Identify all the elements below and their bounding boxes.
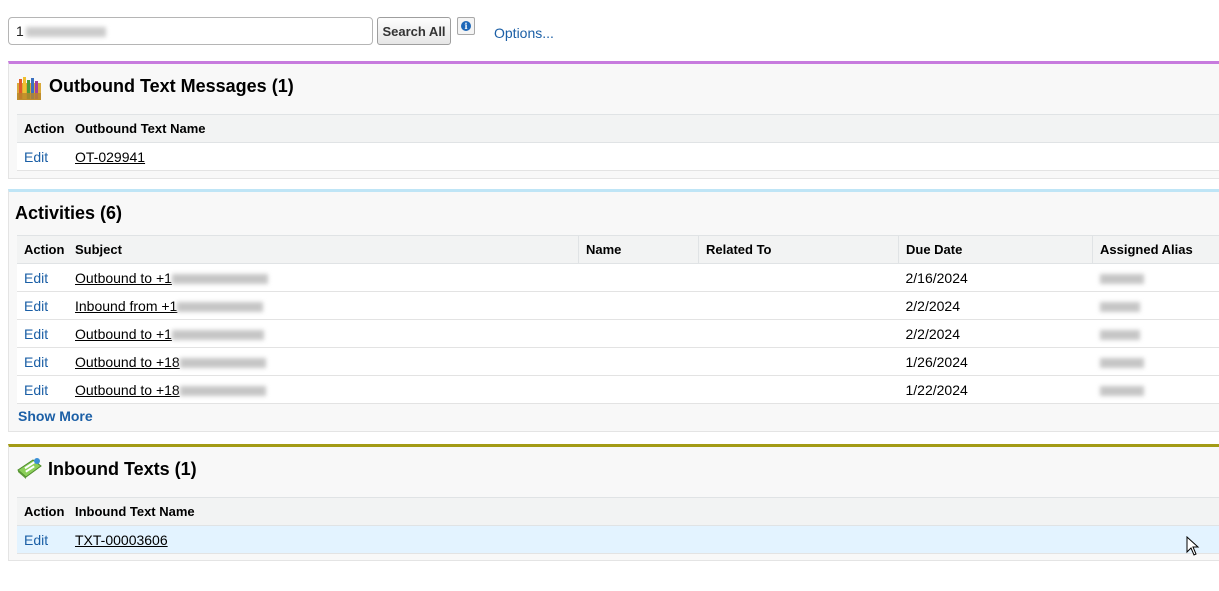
subject-link[interactable]: Outbound to +18 <box>75 382 266 398</box>
record-link[interactable]: OT-029941 <box>75 149 145 165</box>
search-value: 1 <box>16 23 24 39</box>
column-header: Action <box>17 235 68 264</box>
column-header: Outbound Text Name <box>68 114 1219 143</box>
outbound-text-messages-panel: Outbound Text Messages (1) Action Outbou… <box>8 61 1219 179</box>
mouse-cursor-icon <box>1186 536 1200 556</box>
due-date: 2/16/2024 <box>898 263 1093 292</box>
edit-link[interactable]: Edit <box>24 382 48 398</box>
subject-link[interactable]: Outbound to +1 <box>75 326 264 342</box>
due-date: 2/2/2024 <box>898 291 1093 320</box>
activities-table: Action Subject Name Related To Due Date … <box>17 235 1219 404</box>
table-header: Action Outbound Text Name <box>17 114 1219 143</box>
activities-panel: Activities (6) Action Subject Name Relat… <box>8 189 1219 432</box>
edit-link[interactable]: Edit <box>24 149 48 165</box>
record-link[interactable]: TXT-00003606 <box>75 532 168 548</box>
panel-title: Outbound Text Messages (1) <box>49 76 294 96</box>
due-date: 2/2/2024 <box>898 319 1093 348</box>
inbound-texts-panel: Inbound Texts (1) Action Inbound Text Na… <box>8 444 1219 561</box>
due-date: 1/26/2024 <box>898 347 1093 376</box>
redacted-text <box>171 273 268 284</box>
redacted-text <box>179 357 266 368</box>
subject-link[interactable]: Outbound to +1 <box>75 270 268 286</box>
column-header: Subject <box>68 235 579 264</box>
show-more-link[interactable]: Show More <box>18 408 93 424</box>
column-header: Due Date <box>898 235 1093 264</box>
search-input[interactable]: 1 <box>8 17 373 45</box>
redacted-alias <box>1099 273 1144 284</box>
column-header: Inbound Text Name <box>68 497 1219 526</box>
options-link[interactable]: Options... <box>494 25 554 41</box>
subject-link[interactable]: Inbound from +1 <box>75 297 264 314</box>
info-icon[interactable]: i <box>457 17 475 35</box>
redacted-text <box>177 301 264 312</box>
edit-link[interactable]: Edit <box>24 270 48 286</box>
table-row: Edit Inbound from +1 2/2/2024 <box>17 291 1219 320</box>
table-row: Edit Outbound to +1 2/16/2024 <box>17 263 1219 292</box>
column-header: Action <box>17 497 68 526</box>
table-row: Edit Outbound to +18 1/26/2024 <box>17 347 1219 376</box>
table-row: Edit TXT-00003606 <box>17 525 1219 554</box>
table-row: Edit Outbound to +18 1/22/2024 <box>17 375 1219 404</box>
redacted-text <box>171 329 264 340</box>
redacted-alias <box>1099 301 1140 312</box>
panel-title: Activities (6) <box>15 203 123 223</box>
subject-text: Outbound to +18 <box>75 381 180 398</box>
inbound-text-icon <box>17 458 42 479</box>
table-row: Edit Outbound to +1 2/2/2024 <box>17 319 1219 348</box>
subject-text: Outbound to +1 <box>75 269 172 286</box>
table-header: Action Inbound Text Name <box>17 497 1219 526</box>
outbound-text-icon <box>17 77 41 100</box>
column-header: Name <box>578 235 699 264</box>
table-header: Action Subject Name Related To Due Date … <box>17 235 1219 264</box>
redacted-text <box>25 27 106 38</box>
redacted-text <box>179 385 266 396</box>
due-date: 1/22/2024 <box>898 375 1093 404</box>
edit-link[interactable]: Edit <box>24 354 48 370</box>
redacted-alias <box>1099 385 1144 396</box>
redacted-alias <box>1099 357 1144 368</box>
subject-link[interactable]: Outbound to +18 <box>75 354 266 370</box>
panel-title: Inbound Texts (1) <box>48 459 197 479</box>
search-all-button[interactable]: Search All <box>377 17 451 45</box>
edit-link[interactable]: Edit <box>24 532 48 548</box>
table-row: Edit OT-029941 <box>17 142 1219 171</box>
redacted-alias <box>1099 329 1140 340</box>
outbound-table: Action Outbound Text Name Edit OT-029941 <box>17 114 1219 171</box>
subject-text: Outbound to +18 <box>75 353 180 370</box>
edit-link[interactable]: Edit <box>24 326 48 342</box>
edit-link[interactable]: Edit <box>24 298 48 314</box>
subject-text: Outbound to +1 <box>75 325 172 342</box>
column-header: Assigned Alias <box>1092 235 1219 264</box>
column-header: Related To <box>698 235 899 264</box>
column-header: Action <box>17 114 68 143</box>
inbound-table: Action Inbound Text Name Edit TXT-000036… <box>17 497 1219 554</box>
subject-text: Inbound from +1 <box>75 297 178 314</box>
